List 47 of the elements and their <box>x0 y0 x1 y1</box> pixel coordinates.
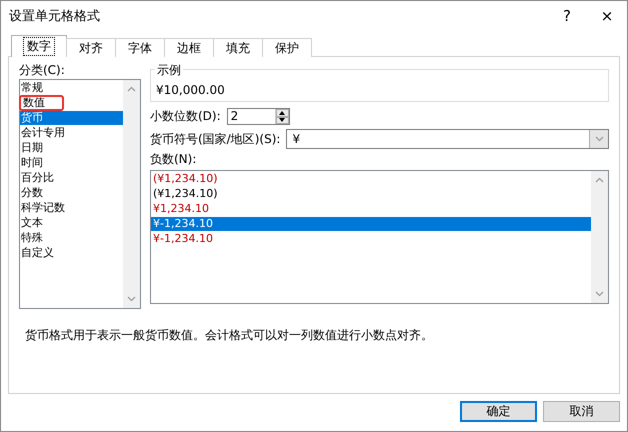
category-item[interactable]: 百分比 <box>20 171 123 185</box>
currency-symbol-label: 货币符号(国家/地区)(S): <box>150 130 280 148</box>
scroll-down-icon[interactable] <box>595 291 604 297</box>
category-item[interactable]: 数值 <box>20 96 63 110</box>
category-label: 分类(C): <box>19 63 66 77</box>
category-item[interactable]: 会计专用 <box>20 126 123 140</box>
spin-up-button[interactable] <box>276 109 289 116</box>
window-title: 设置单元格格式 <box>9 8 101 25</box>
negative-number-item[interactable]: ¥-1,234.10 <box>151 217 591 231</box>
negative-number-item[interactable]: (¥1,234.10) <box>151 187 591 201</box>
scroll-down-icon[interactable] <box>127 296 136 302</box>
negative-number-item[interactable]: ¥-1,234.10 <box>151 232 591 246</box>
category-item[interactable]: 文本 <box>20 216 123 230</box>
help-button[interactable]: ? <box>547 1 587 31</box>
tab[interactable]: 填充 <box>213 38 263 57</box>
scrollbar[interactable] <box>591 171 608 303</box>
tab[interactable]: 对齐 <box>66 38 116 57</box>
category-item[interactable]: 时间 <box>20 156 123 170</box>
chevron-down-icon[interactable] <box>594 136 604 142</box>
negative-number-item[interactable]: (¥1,234.10) <box>151 172 591 186</box>
triangle-up-icon <box>279 110 286 115</box>
negative-number-item[interactable]: ¥1,234.10 <box>151 202 591 216</box>
scroll-up-icon[interactable] <box>595 177 604 183</box>
sample-value: ¥10,000.00 <box>156 83 225 97</box>
category-item[interactable]: 常规 <box>20 81 123 95</box>
decimal-places-label: 小数位数(D): <box>150 108 221 125</box>
tab[interactable]: 数字 <box>11 35 67 57</box>
category-item[interactable]: 科学记数 <box>20 201 123 215</box>
category-item[interactable]: 货币 <box>20 111 123 125</box>
tab[interactable]: 保护 <box>262 38 312 57</box>
cancel-button[interactable]: 取消 <box>543 401 620 422</box>
scroll-up-icon[interactable] <box>127 86 136 92</box>
ok-button[interactable]: 确定 <box>460 401 537 422</box>
tab[interactable]: 字体 <box>115 38 165 57</box>
category-item[interactable]: 自定义 <box>20 246 123 260</box>
scrollbar[interactable] <box>123 80 140 308</box>
decimal-places-spinner[interactable]: 2 <box>226 108 290 125</box>
category-item[interactable]: 特殊 <box>20 231 123 245</box>
category-item[interactable]: 分数 <box>20 186 123 200</box>
currency-symbol-dropdown[interactable]: ¥ <box>286 129 609 149</box>
description-text: 货币格式用于表示一般货币数值。会计格式可以对一列数值进行小数点对齐。 <box>25 328 433 342</box>
close-button[interactable]: × <box>587 1 627 31</box>
sample-label: 示例 <box>155 62 183 79</box>
negative-numbers-label: 负数(N): <box>150 152 198 166</box>
tab[interactable]: 边框 <box>164 38 214 57</box>
triangle-down-icon <box>279 118 286 122</box>
category-item[interactable]: 日期 <box>20 141 123 155</box>
